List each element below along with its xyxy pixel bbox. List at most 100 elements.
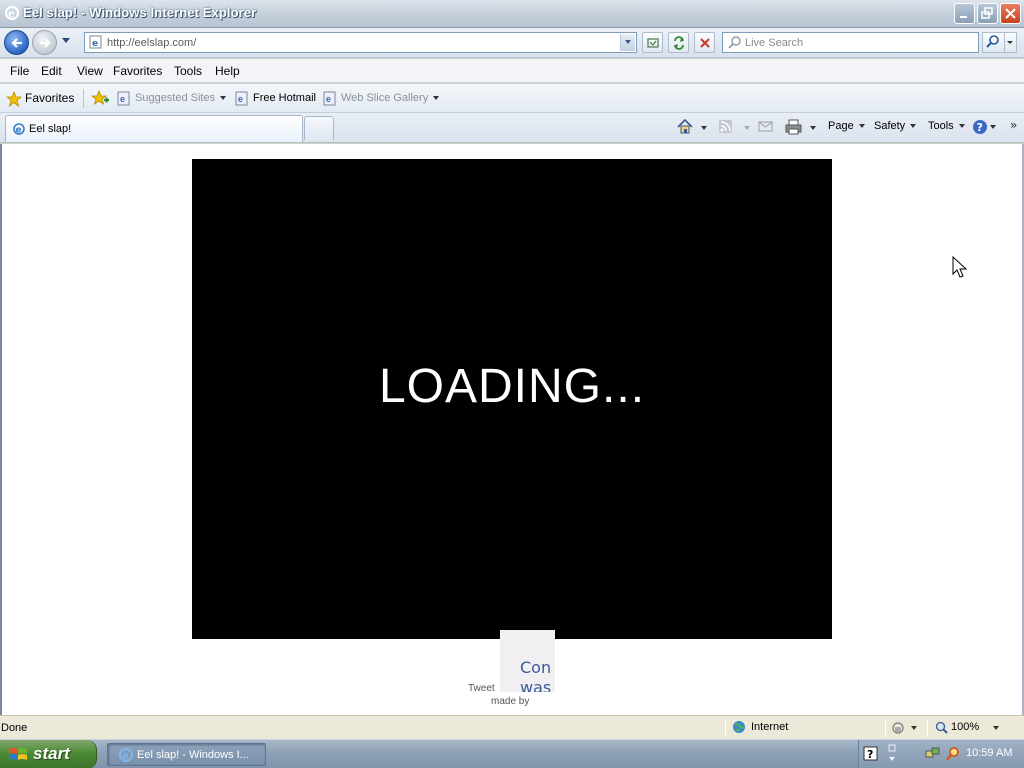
promo-text-line2: was [520,678,552,692]
zoom-icon [935,721,948,734]
read-mail-icon[interactable] [758,118,774,136]
close-icon [1005,8,1016,19]
close-window-button[interactable] [1000,3,1021,24]
chevron-down-icon [744,126,750,130]
globe-icon [733,721,745,733]
search-options-dropdown[interactable] [1005,32,1017,53]
network-icon[interactable] [925,746,941,762]
refresh-button[interactable] [668,32,689,53]
promo-text-line1: Con [520,658,552,677]
more-commands-icon[interactable]: » [1010,118,1017,132]
menu-help[interactable]: Help [215,64,240,78]
address-toolbar: e [0,28,1024,58]
windows-logo-icon [9,748,27,760]
search-tray-icon[interactable] [945,746,961,762]
forward-button[interactable] [32,30,57,55]
menu-view[interactable]: View [77,64,103,78]
chevron-down-icon [1007,41,1013,44]
screen: e Eel slap! - Windows Internet Explorer … [0,0,1024,768]
back-button[interactable] [4,30,29,55]
star-icon [6,91,22,107]
web-slice-gallery-label: Web Slice Gallery [341,92,429,104]
ie-page-icon: e [13,123,25,136]
chevron-down-icon [910,124,917,129]
tab-label: Eel slap! [29,123,72,135]
tweet-link[interactable]: Tweet [468,683,495,694]
ie-page-icon: e [235,91,248,106]
promo-box[interactable]: Con was [500,630,555,692]
menu-favorites[interactable]: Favorites [113,64,162,78]
address-dropdown[interactable] [620,34,635,51]
feeds-icon[interactable] [718,118,734,136]
tools-menu[interactable]: Tools [928,119,965,133]
ie-page-icon: e [323,91,336,106]
chevron-down-icon [220,96,227,101]
menu-file[interactable]: File [10,64,29,78]
zoom-label: 100% [951,721,980,733]
svg-text:e: e [16,126,22,136]
tools-menu-label: Tools [928,120,954,132]
new-tab-button[interactable] [304,116,334,140]
help-icon[interactable]: ? [972,118,998,136]
status-text: Done [1,722,28,734]
stop-icon [700,38,710,48]
game-area[interactable]: LOADING... [192,159,832,639]
safety-menu-label: Safety [874,120,906,132]
print-icon[interactable] [785,118,803,136]
search-go-icon [986,35,999,48]
tab-eel-slap[interactable]: e Eel slap! [5,115,303,142]
chevron-down-icon[interactable] [700,125,708,131]
search-box[interactable] [722,32,979,53]
svg-text:e: e [326,94,331,104]
safety-menu[interactable]: Safety [874,119,917,133]
menu-bar: File Edit View Favorites Tools Help [0,59,1024,83]
search-button[interactable] [982,32,1005,53]
window-title: Eel slap! - Windows Internet Explorer [23,5,257,20]
separator [725,719,726,737]
page-menu[interactable]: Page [828,119,865,133]
web-slice-gallery-link[interactable]: e Web Slice Gallery [323,91,440,106]
recent-pages-dropdown-icon[interactable] [61,37,71,45]
mouse-cursor-icon [952,256,968,278]
security-zone[interactable]: Internet [732,721,788,733]
favorites-button[interactable]: Favorites [3,88,80,109]
ie-icon: e [4,5,20,21]
system-tray: ? 10:59 AM [858,740,1024,768]
zoom-level[interactable]: 100% [935,721,980,734]
forward-arrow-icon [40,38,51,48]
page-viewport: LOADING... Con was Tweet made by [0,144,1024,715]
restore-button[interactable] [977,3,998,24]
chevron-down-icon [958,124,965,129]
tray-expand-icon[interactable] [887,744,897,764]
address-bar[interactable]: e [84,32,637,53]
search-icon [728,36,741,49]
protected-mode-icon[interactable] [891,721,919,735]
home-icon[interactable] [676,118,694,136]
add-to-favorites-icon[interactable] [91,89,109,107]
refresh-icon [674,36,684,50]
url-input[interactable] [107,35,612,50]
svg-text:?: ? [867,748,873,761]
restore-icon [981,7,993,19]
search-input[interactable] [745,35,970,50]
free-hotmail-link[interactable]: e Free Hotmail [235,91,316,106]
minimize-button[interactable] [954,3,975,24]
chevron-down-icon[interactable] [992,725,1000,731]
suggested-sites-link[interactable]: e Suggested Sites [117,91,227,106]
compatibility-view-button[interactable] [642,32,663,53]
start-button[interactable]: start [0,740,97,768]
page-menu-label: Page [828,120,854,132]
chevron-down-icon[interactable] [809,125,817,131]
menu-tools[interactable]: Tools [174,64,202,78]
separator [83,89,84,108]
menu-edit[interactable]: Edit [41,64,62,78]
start-label: start [33,744,70,763]
taskbar-item-label: Eel slap! - Windows I... [137,749,249,761]
help-tray-icon[interactable]: ? [863,746,879,762]
favorites-label: Favorites [25,91,75,105]
svg-text:e: e [238,94,243,104]
separator [885,719,886,737]
taskbar-item-ie[interactable]: e Eel slap! - Windows I... [107,743,266,766]
made-by-text: made by [491,696,530,707]
stop-button[interactable] [694,32,715,53]
